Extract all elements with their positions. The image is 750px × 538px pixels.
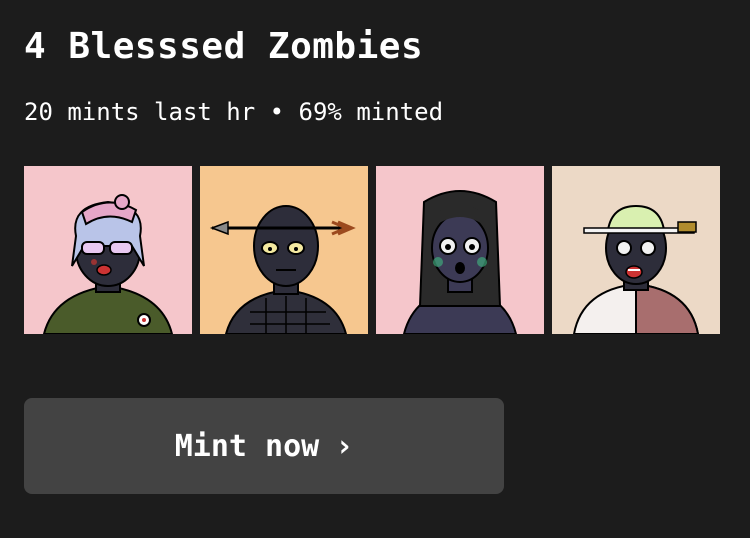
chevron-right-icon: ›: [335, 428, 354, 464]
nft-thumbnail-1[interactable]: [24, 166, 192, 334]
mint-button-label: Mint now: [174, 428, 320, 464]
collection-title: 4 Blesssed Zombies: [24, 26, 424, 67]
mint-now-button[interactable]: Mint now ›: [24, 398, 504, 494]
nft-thumbnail-3[interactable]: [376, 166, 544, 334]
nft-gallery: [24, 166, 720, 334]
mint-stats: 20 mints last hr • 69% minted: [24, 98, 444, 126]
nft-thumbnail-2[interactable]: [200, 166, 368, 334]
nft-thumbnail-4[interactable]: [552, 166, 720, 334]
